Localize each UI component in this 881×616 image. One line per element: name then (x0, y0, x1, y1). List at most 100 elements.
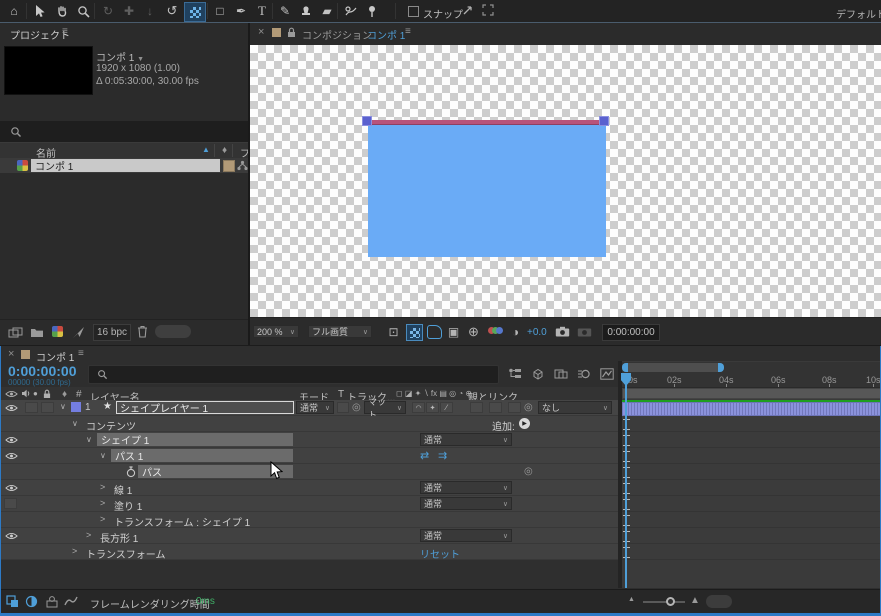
shy-switch-icon[interactable]: ◠ (412, 402, 425, 413)
group-label[interactable]: 塗り 1 (114, 498, 142, 513)
sort-ascending-icon[interactable]: ▲ (202, 145, 210, 154)
project-item-row[interactable]: コンポ 1 (0, 158, 248, 173)
layer-mode-dropdown[interactable]: 通常∨ (296, 401, 334, 414)
exposure-value[interactable]: +0.0 (527, 327, 547, 338)
group-mode-dropdown[interactable]: 通常∨ (420, 481, 512, 494)
playhead-line[interactable] (625, 373, 627, 588)
layer-label-swatch[interactable] (71, 402, 81, 412)
solo-toggle[interactable] (41, 402, 54, 413)
orbit-camera-tool-icon[interactable]: ↻ (98, 2, 118, 20)
clone-stamp-tool-icon[interactable] (296, 2, 316, 20)
add-property-icon[interactable]: ▶ (519, 418, 530, 429)
property-row-rectangle1[interactable]: > 長方形 1 通常∨ (0, 528, 618, 544)
property-row-path1[interactable]: ∨ パス 1 ⇄ ⇉ (0, 448, 618, 464)
layer-row[interactable]: ∨ 1 ★ シェイプレイヤー 1 通常∨ ◎ マット∨ ◠ ✦ ∕ ◎ なし∨ (0, 400, 618, 416)
property-row-transform[interactable]: > トランスフォーム リセット (0, 544, 618, 560)
visibility-toggle-off[interactable] (4, 498, 17, 509)
group-mode-dropdown[interactable]: 通常∨ (420, 529, 512, 542)
pen-tool-icon[interactable]: ✒ (231, 2, 251, 20)
tab-label-swatch[interactable] (272, 28, 281, 37)
snap-diagonal-arrow-icon[interactable] (462, 4, 474, 16)
parent-link-dropdown[interactable]: なし∨ (538, 401, 612, 414)
workspace-selector[interactable]: デフォルト (836, 6, 881, 21)
composition-tab-label[interactable]: コンポジション (302, 27, 372, 42)
close-tab-icon[interactable]: × (8, 348, 14, 360)
quality-switch-icon[interactable]: ∕ (440, 402, 453, 413)
track-matte-t-header[interactable]: T (338, 389, 344, 400)
pan-camera-tool-icon[interactable]: ✚ (119, 2, 139, 20)
item-label-swatch[interactable] (223, 160, 235, 172)
frame-blend-switch[interactable] (489, 402, 502, 413)
group-mode-dropdown[interactable]: 通常∨ (420, 497, 512, 510)
composition-viewport[interactable] (250, 45, 881, 317)
expand-arrow-icon[interactable]: ∨ (100, 451, 106, 460)
timeline-search-field[interactable] (88, 365, 499, 384)
time-ruler[interactable]: 0s 02s 04s 06s 08s 10s (622, 373, 881, 388)
magnification-dropdown[interactable]: 200 %∨ (253, 325, 299, 338)
project-panel-pill-button[interactable] (155, 325, 191, 338)
layer-switches-header-icons[interactable]: ◻ ◪ ✦ ∖ fx ▤ ◎ ◔ ⊕ (396, 389, 472, 398)
group-label[interactable]: 長方形 1 (100, 530, 138, 545)
matte-toggle[interactable] (337, 402, 349, 413)
property-row-stroke[interactable]: > 線 1 通常∨ (0, 480, 618, 496)
timeline-tab-name[interactable]: コンポ 1 (36, 349, 74, 364)
collapse-transforms-switch-icon[interactable]: ✦ (426, 402, 439, 413)
path-direction-icon[interactable]: ⇄ (420, 449, 429, 462)
hand-tool-icon[interactable] (52, 2, 72, 20)
timeline-panel-menu-icon[interactable]: ≡ (78, 348, 84, 359)
property-pickwhip-icon[interactable]: ◎ (524, 466, 533, 477)
timeline-zoom-slider-track[interactable] (643, 601, 685, 603)
comp-thumbnail[interactable] (4, 46, 93, 95)
group-label[interactable]: トランスフォーム : シェイプ 1 (114, 514, 250, 529)
tab-label-swatch[interactable] (21, 350, 30, 359)
new-composition-icon[interactable] (52, 326, 63, 337)
home-icon[interactable]: ⌂ (4, 2, 24, 20)
group-label[interactable]: 線 1 (114, 482, 132, 497)
collapsed-arrow-icon[interactable]: > (100, 482, 105, 492)
motion-blur-switch[interactable] (508, 402, 521, 413)
zoom-out-mountain-icon[interactable]: ▲ (628, 596, 635, 603)
path-direction-icon[interactable]: ⇉ (438, 449, 447, 462)
roto-brush-tool-icon[interactable] (340, 2, 360, 20)
collapsed-arrow-icon[interactable]: > (100, 514, 105, 524)
shape-rectangle[interactable] (368, 123, 606, 257)
rectangle-tool-icon[interactable]: □ (210, 2, 230, 20)
zoom-tool-icon[interactable] (73, 2, 93, 20)
group-label[interactable]: コンテンツ (86, 418, 136, 433)
selected-path-edge[interactable] (368, 120, 606, 125)
text-tool-icon[interactable]: T (252, 2, 272, 20)
pan-behind-tool-icon[interactable] (184, 2, 206, 22)
collapsed-arrow-icon[interactable]: > (86, 530, 91, 540)
choose-grid-icon[interactable]: ⊡ (386, 324, 401, 339)
snap-bounding-box-icon[interactable] (482, 4, 494, 16)
collapsed-arrow-icon[interactable]: > (100, 498, 105, 508)
dolly-camera-tool-icon[interactable]: ↓ (140, 2, 160, 20)
zoom-in-mountain-icon[interactable]: ▲ (690, 595, 700, 606)
group-label[interactable]: トランスフォーム (86, 546, 166, 561)
current-time-display[interactable]: 0:00:00:00 (8, 363, 77, 379)
work-area-bar[interactable] (622, 388, 881, 399)
color-depth-button[interactable]: 16 bpc (93, 324, 131, 341)
path-vertex-handle[interactable] (599, 116, 609, 126)
comp-panel-menu-icon[interactable]: ≡ (405, 26, 411, 37)
expand-arrow-icon[interactable]: ∨ (60, 402, 66, 411)
time-navigator-bar[interactable] (622, 363, 724, 372)
collapsed-arrow-icon[interactable]: > (72, 546, 77, 556)
rotation-tool-icon[interactable]: ↺ (162, 2, 182, 20)
layer-duration-bar[interactable] (622, 402, 881, 416)
eraser-tool-icon[interactable]: ▰ (317, 2, 337, 20)
target-region-icon[interactable]: ⊕ (466, 324, 481, 339)
project-panel-menu-icon[interactable]: ≡ (62, 26, 68, 37)
puppet-pin-tool-icon[interactable] (362, 2, 382, 20)
property-row-shape1[interactable]: ∨ シェイプ 1 通常∨ (0, 432, 618, 448)
preview-time-display[interactable]: 0:00:00:00 (602, 324, 660, 341)
region-of-interest-icon[interactable]: ▣ (446, 324, 461, 339)
property-row-path[interactable]: パス ◎ (0, 464, 618, 480)
project-tab[interactable]: プロジェクト (10, 27, 70, 42)
snap-checkbox[interactable] (408, 6, 419, 17)
effects-switch[interactable] (470, 402, 483, 413)
navigator-handle-right[interactable] (718, 363, 724, 372)
add-label[interactable]: 追加: (492, 418, 515, 433)
parent-pickwhip-icon[interactable]: ◎ (524, 402, 533, 413)
project-item-name[interactable]: コンポ 1 (31, 159, 220, 172)
